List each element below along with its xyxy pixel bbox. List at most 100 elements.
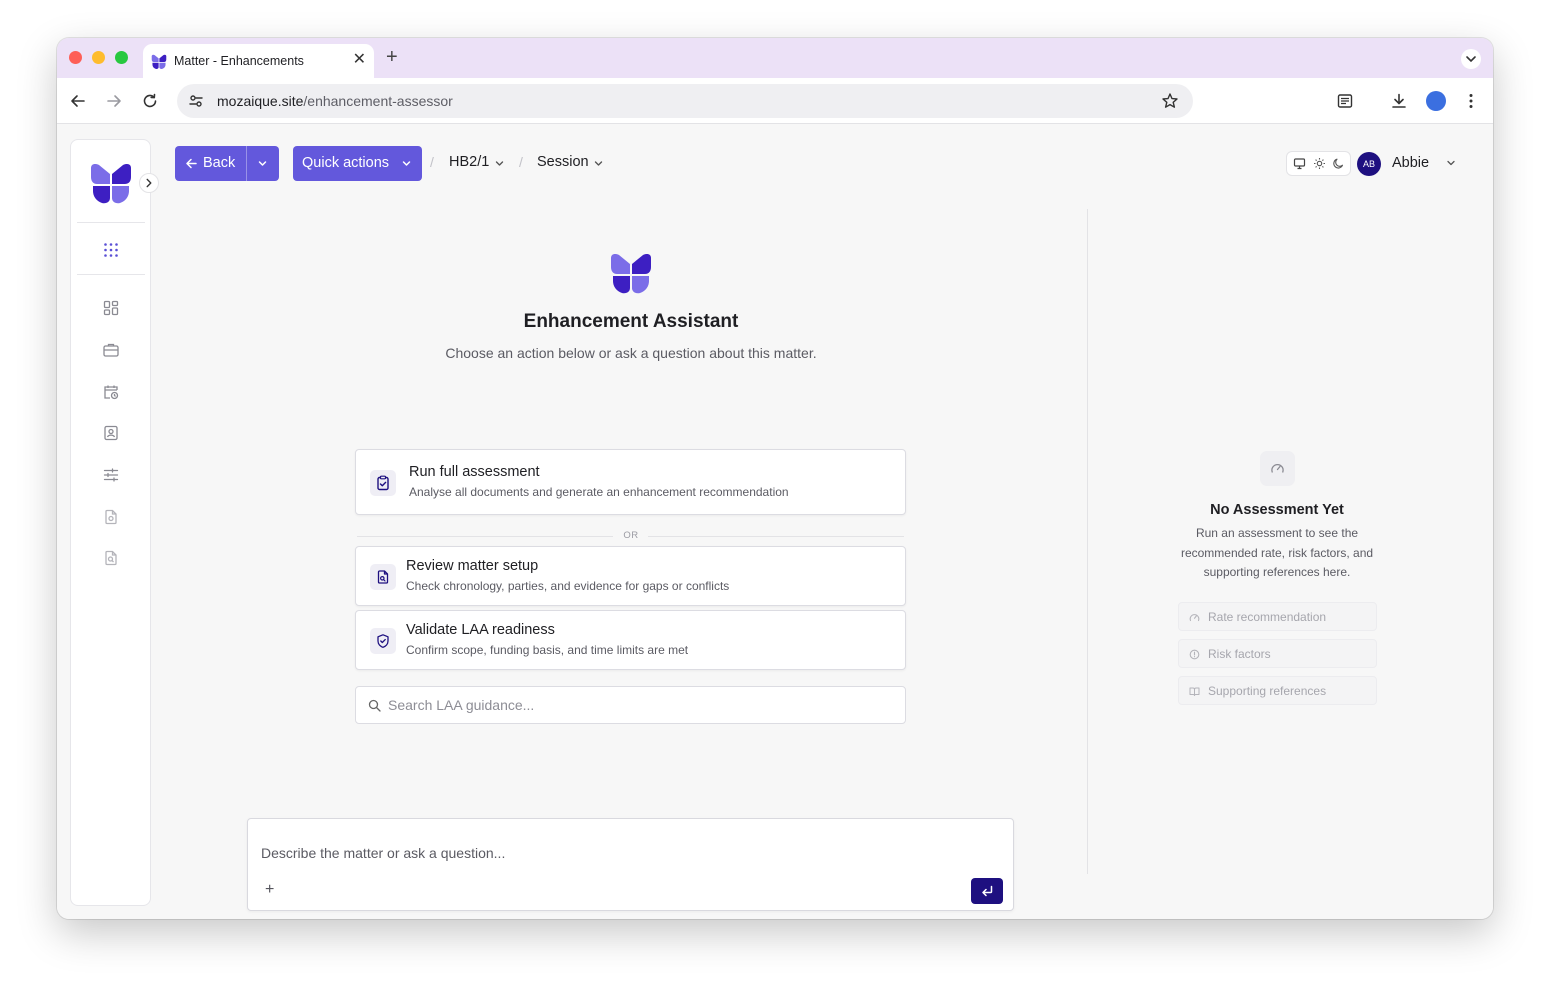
divider-line [648,536,904,537]
send-button[interactable] [971,878,1003,904]
sun-icon[interactable] [1313,157,1326,170]
action-card-title: Validate LAA readiness [406,622,555,638]
arrow-left-icon [186,158,197,169]
user-name[interactable]: Abbie [1392,155,1429,171]
action-card-review-matter-setup[interactable]: Review matter setup Check chronology, pa… [355,546,906,606]
site-settings-icon[interactable] [187,92,205,110]
supporting-references-label: Supporting references [1208,684,1327,698]
supporting-references-item: Supporting references [1178,676,1377,705]
monitor-icon[interactable] [1293,157,1306,170]
rate-recommendation-label: Rate recommendation [1208,610,1327,624]
file-settings-icon[interactable] [102,508,120,526]
action-card-description: Confirm scope, funding basis, and time l… [406,643,689,657]
rail-divider [77,222,145,223]
breadcrumb-separator: / [519,154,523,170]
close-window-button[interactable] [69,51,82,64]
tab-strip: Matter - Enhancements ✕ + [57,38,1493,78]
chevron-down-icon[interactable] [494,158,505,169]
quick-actions-button[interactable]: Quick actions [293,146,422,181]
back-button-label: Back [203,155,236,171]
reading-list-icon[interactable] [1336,92,1354,110]
message-composer: + [247,818,1014,911]
sliders-icon[interactable] [102,466,120,484]
search-input[interactable] [388,695,888,715]
maximize-window-button[interactable] [115,51,128,64]
action-card-description: Check chronology, parties, and evidence … [406,579,730,593]
quick-actions-label: Quick actions [302,155,390,171]
bookmark-star-icon[interactable] [1161,92,1179,110]
no-assessment-text: Run an assessment to see the recommended… [1180,526,1374,579]
download-icon[interactable] [1390,92,1408,110]
butterfly-logo-icon[interactable] [89,162,133,206]
action-card-run-full-assessment[interactable]: Run full assessment Analyse all document… [355,449,906,515]
action-card-title: Review matter setup [406,558,539,574]
button-split-divider [246,146,247,181]
gauge-icon [1260,451,1295,486]
browser-toolbar: mozaique.site/enhancement-assessor [57,78,1493,124]
or-label: OR [623,530,639,541]
side-navigation [70,139,151,906]
chevron-down-icon[interactable] [593,158,604,169]
profile-avatar-icon[interactable] [1426,91,1446,111]
divider-line [357,536,613,537]
search-icon [368,699,381,712]
action-card-title: Run full assessment [409,464,540,480]
book-icon [1189,687,1200,696]
butterfly-logo-icon [151,54,167,70]
action-card-description: Analyse all documents and generate an en… [409,485,789,499]
no-assessment-title: No Assessment Yet [1210,502,1344,518]
new-tab-button[interactable]: + [386,46,398,68]
enter-return-icon [982,885,993,897]
reload-icon[interactable] [141,92,159,110]
url-text[interactable]: mozaique.site/enhancement-assessor [217,93,453,109]
contact-card-icon[interactable] [102,424,120,442]
browser-tab[interactable]: Matter - Enhancements ✕ [143,44,374,78]
add-attachment-button[interactable]: + [265,882,274,898]
panel-divider [1087,209,1088,874]
gauge-icon [1189,614,1200,622]
clipboard-check-icon [370,470,396,496]
briefcase-icon[interactable] [102,341,120,359]
assistant-subtitle: Choose an action below or ask a question… [445,345,817,361]
back-button[interactable]: Back [175,146,279,181]
alert-circle-icon [1189,649,1200,660]
tab-title: Matter - Enhancements [174,54,304,68]
back-arrow-icon[interactable] [69,92,87,110]
dashboard-icon[interactable] [102,299,120,317]
rate-recommendation-item: Rate recommendation [1178,602,1377,631]
chevron-down-icon [402,161,411,166]
risk-factors-label: Risk factors [1208,647,1271,661]
composer-input[interactable] [261,845,961,867]
more-vertical-icon[interactable] [1462,92,1480,110]
butterfly-logo-icon [611,254,651,294]
apps-grid-icon[interactable] [102,241,120,259]
user-avatar[interactable]: AB [1357,152,1381,176]
address-bar[interactable]: mozaique.site/enhancement-assessor [177,84,1193,118]
theme-switcher [1286,151,1351,176]
minimize-window-button[interactable] [92,51,105,64]
shield-check-icon [370,628,396,654]
app-content: Back Quick actions / HB2/1 / Session AB … [57,125,1493,919]
url-path: /enhancement-assessor [303,93,453,109]
assistant-title: Enhancement Assistant [523,311,739,332]
file-search-icon [370,564,396,590]
tab-search-chevron-icon[interactable] [1461,49,1481,69]
url-domain: mozaique.site [217,93,304,109]
breadcrumb-matter[interactable]: HB2/1 [449,154,489,170]
breadcrumb-session[interactable]: Session [537,154,589,170]
action-card-validate-laa-readiness[interactable]: Validate LAA readiness Confirm scope, fu… [355,610,906,670]
forward-arrow-icon[interactable] [105,92,123,110]
laa-guidance-search[interactable] [355,686,906,724]
tab-close-icon[interactable]: ✕ [353,51,366,69]
chevron-down-icon[interactable] [257,158,268,169]
or-divider: OR [357,530,904,542]
chevron-down-icon[interactable] [1445,157,1457,169]
moon-icon[interactable] [1332,157,1345,170]
rail-divider [77,274,145,275]
calendar-clock-icon[interactable] [102,383,120,401]
file-search-icon[interactable] [102,549,120,567]
risk-factors-item: Risk factors [1178,639,1377,668]
browser-window: Matter - Enhancements ✕ + mozaique.site/… [57,38,1493,919]
breadcrumb-separator: / [430,154,434,170]
expand-sidebar-chevron-icon[interactable] [139,173,159,193]
